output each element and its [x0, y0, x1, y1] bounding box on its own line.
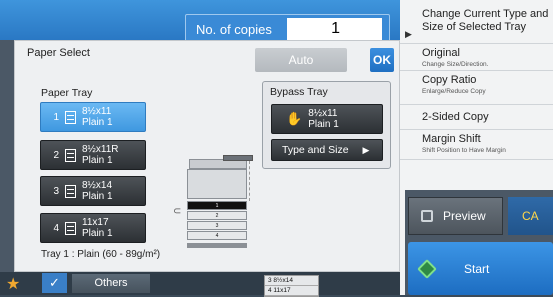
tray-text: 8½x14 Plain 1 [82, 180, 113, 202]
tray-number: 2 [53, 149, 59, 161]
tray-text: 8½x11R Plain 1 [82, 144, 119, 166]
preview-button[interactable]: Preview [408, 197, 503, 235]
bypass-type: Plain 1 [308, 119, 339, 130]
tray-2-button[interactable]: 2 8½x11R Plain 1 [40, 140, 146, 170]
bypass-title: Bypass Tray [270, 86, 328, 98]
tray-size: 8½x11R [82, 144, 119, 155]
copy-ratio-button[interactable]: Copy Ratio Enlarge/Reduce Copy [400, 71, 553, 105]
machine-base [187, 243, 247, 248]
copies-label: No. of copies [196, 21, 272, 37]
bypass-size: 8½x11 [308, 108, 338, 119]
copier-illustration: ⊂ 1 2 3 4 [173, 151, 263, 261]
star-icon[interactable]: ★ [6, 274, 20, 294]
right-panel-item-sub: Enlarge/Reduce Copy [422, 88, 486, 95]
original-button[interactable]: Original Change Size/Direction. [400, 44, 553, 71]
machine-drawer-4: 4 [187, 231, 247, 240]
copies-input[interactable] [287, 18, 382, 40]
ok-button[interactable]: OK [370, 48, 394, 72]
tray-number: 1 [53, 111, 59, 123]
tray-type: Plain 1 [82, 155, 113, 166]
tray-number: 4 [53, 222, 59, 234]
tray-info: Tray 1 : Plain (60 - 89g/m²) [41, 249, 161, 260]
tray-text: 8½x11 Plain 1 [82, 106, 113, 128]
tray-number: 3 [53, 185, 59, 197]
tray-type: Plain 1 [82, 117, 113, 128]
left-strip [0, 40, 14, 272]
tray-1-button[interactable]: 1 8½x11 Plain 1 [40, 102, 146, 132]
others-button[interactable]: Others [72, 274, 150, 293]
right-panel-item-title: 2-Sided Copy [422, 111, 489, 123]
ca-label: CA [522, 209, 539, 223]
tray-type: Plain 1 [82, 228, 113, 239]
tray-size: 11x17 [82, 217, 109, 228]
two-sided-copy-button[interactable]: 2-Sided Copy [400, 105, 553, 130]
right-panel-item-title: Change Current Type and Size of Selected… [422, 8, 549, 33]
auto-button[interactable]: Auto [255, 48, 347, 72]
type-and-size-button[interactable]: Type and Size ▶ [271, 139, 383, 161]
machine-drawer-3: 3 [187, 221, 247, 230]
bypass-text: 8½x11 Plain 1 [308, 108, 339, 130]
document-icon [65, 148, 76, 162]
type-size-label: Type and Size [282, 144, 349, 156]
tray-3-button[interactable]: 3 8½x14 Plain 1 [40, 176, 146, 206]
document-icon [65, 110, 76, 124]
tray-size: 8½x14 [82, 180, 113, 191]
clear-all-button[interactable]: CA [508, 197, 553, 235]
document-icon [65, 221, 76, 235]
paper-select-dialog: Paper Select Auto OK Paper Tray 1 8½x11 … [14, 40, 400, 272]
preview-icon [421, 210, 433, 222]
right-panel-item-sub: Shift Position to Have Margin [422, 147, 506, 154]
machine-output-guide [249, 161, 261, 201]
tray-4-button[interactable]: 4 11x17 Plain 1 [40, 213, 146, 243]
tray-type: Plain 1 [82, 191, 113, 202]
bypass-tray-panel: Bypass Tray ✋ 8½x11 Plain 1 Type and Siz… [262, 81, 391, 169]
bypass-tray-icon: ⊂ [173, 206, 182, 217]
right-panel-item-title: Original [422, 47, 460, 59]
bypass-tray-button[interactable]: ✋ 8½x11 Plain 1 [271, 104, 383, 134]
chevron-right-icon: ▶ [362, 144, 370, 155]
right-panel-item-sub: Change Size/Direction. [422, 61, 489, 68]
dialog-title: Paper Select [27, 47, 90, 59]
document-icon [65, 184, 76, 198]
machine-drawer-2: 2 [187, 211, 247, 220]
mini-tray-list: 3 8½x14 4 11x17 [264, 275, 319, 297]
mini-tray-item: 3 8½x14 [265, 276, 318, 286]
tray-size: 8½x11 [82, 106, 112, 117]
auto-label: Auto [288, 53, 314, 67]
start-button[interactable]: Start [408, 242, 553, 295]
start-icon [417, 258, 437, 279]
right-panel-item-title: Margin Shift [422, 133, 481, 145]
margin-shift-button[interactable]: Margin Shift Shift Position to Have Marg… [400, 130, 553, 160]
machine-drawer-1: 1 [187, 201, 247, 210]
others-label: Others [94, 277, 128, 289]
preview-label: Preview [443, 209, 486, 223]
paper-tray-title: Paper Tray [41, 87, 93, 99]
checkmark-icon[interactable]: ✓ [42, 273, 67, 293]
change-tray-type-button[interactable]: Change Current Type and Size of Selected… [400, 8, 553, 44]
machine-body [187, 169, 247, 199]
start-label: Start [464, 261, 490, 276]
tray-text: 11x17 Plain 1 [82, 217, 113, 239]
ok-label: OK [373, 53, 391, 67]
right-panel-item-title: Copy Ratio [422, 74, 477, 86]
bypass-hand-icon: ✋ [286, 111, 303, 126]
